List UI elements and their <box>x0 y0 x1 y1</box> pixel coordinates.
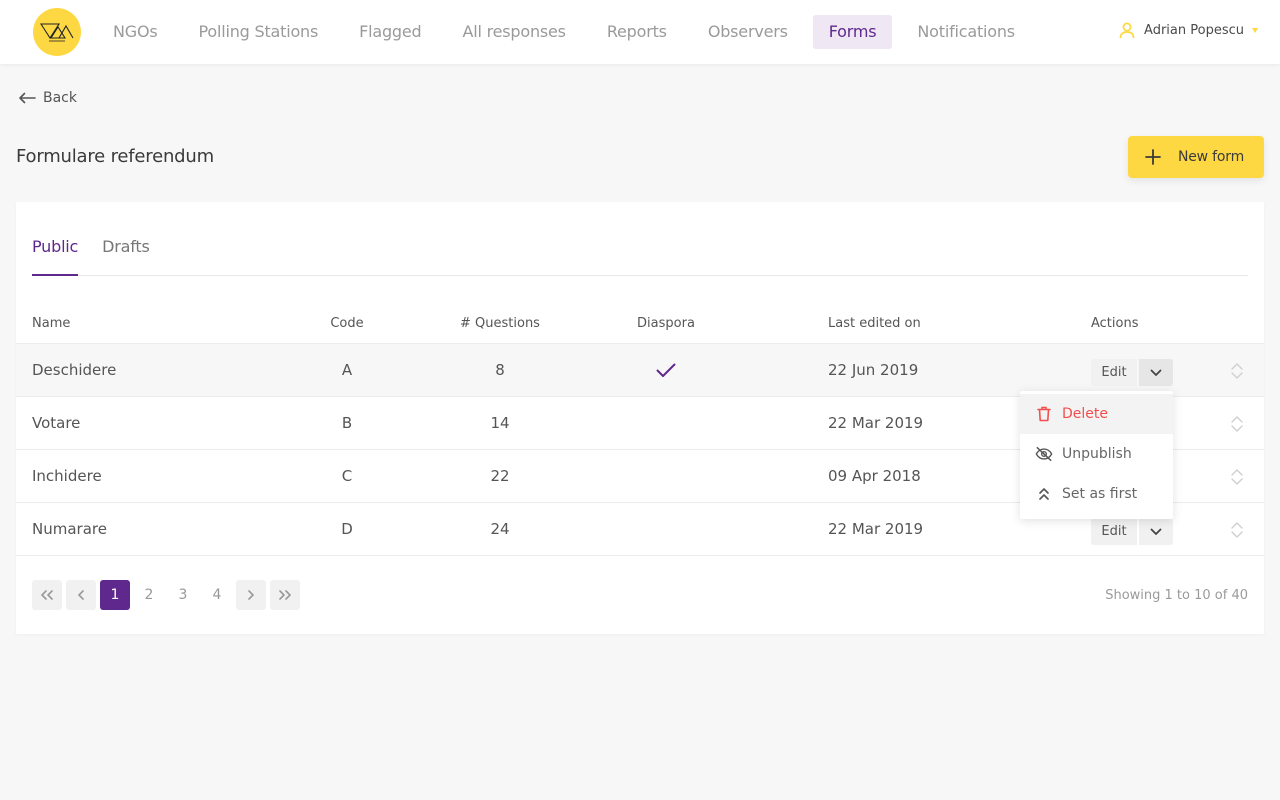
nav-ngos[interactable]: NGOs <box>97 15 174 49</box>
sort-icon <box>1231 469 1243 485</box>
form-name: Deschidere <box>32 361 117 379</box>
nav-all-responses[interactable]: All responses <box>446 15 581 49</box>
column-header-actions: Actions <box>1091 315 1139 331</box>
menu-item-label: Delete <box>1062 406 1108 422</box>
nav-polling-stations[interactable]: Polling Stations <box>183 15 335 49</box>
diaspora-cell <box>616 450 716 502</box>
nav-reports[interactable]: Reports <box>591 15 683 49</box>
form-last-edited: 22 Mar 2019 <box>828 414 924 432</box>
chevrons-left-icon <box>41 590 53 600</box>
chevron-right-icon <box>248 590 254 600</box>
form-questions: 14 <box>490 414 510 432</box>
column-header-last-edited: Last edited on <box>828 315 921 331</box>
diaspora-cell <box>616 503 716 555</box>
tab-public[interactable]: Public <box>32 228 78 276</box>
pagination: 1 2 3 4 <box>32 580 304 610</box>
table-row: Deschidere A 8 22 Jun 2019 Edit <box>16 344 1264 397</box>
back-label: Back <box>43 90 77 106</box>
edit-button[interactable]: Edit <box>1091 518 1137 545</box>
form-code: B <box>341 414 353 432</box>
column-header-name: Name <box>32 315 71 331</box>
arrow-left-icon <box>19 92 36 104</box>
chevrons-up-icon <box>1035 487 1053 501</box>
form-code: D <box>341 520 353 538</box>
prev-page-button[interactable] <box>66 580 96 610</box>
menu-item-unpublish[interactable]: Unpublish <box>1020 434 1173 474</box>
diaspora-cell <box>616 397 716 449</box>
next-page-button[interactable] <box>236 580 266 610</box>
page-button[interactable]: 1 <box>100 580 130 610</box>
form-code: C <box>341 467 353 485</box>
form-name: Inchidere <box>32 467 102 485</box>
form-code: A <box>341 361 353 379</box>
page-title: Formulare referendum <box>16 146 214 167</box>
table-header: Name Code # Questions Diaspora Last edit… <box>16 302 1264 344</box>
reorder-handle[interactable] <box>1230 415 1244 433</box>
page-button[interactable]: 3 <box>168 580 198 610</box>
form-questions: 22 <box>490 467 510 485</box>
column-header-questions: # Questions <box>460 315 540 331</box>
forms-tabs: Public Drafts <box>32 228 1248 276</box>
new-form-label: New form <box>1178 149 1245 165</box>
nav-flagged[interactable]: Flagged <box>343 15 437 49</box>
first-page-button[interactable] <box>32 580 62 610</box>
menu-item-delete[interactable]: Delete <box>1020 394 1173 434</box>
new-form-button[interactable]: New form <box>1128 136 1264 178</box>
last-page-button[interactable] <box>270 580 300 610</box>
user-menu[interactable]: Adrian Popescu <box>1119 22 1258 39</box>
actions-group: Edit <box>1091 359 1173 386</box>
caret-down-icon <box>1252 28 1258 33</box>
chevrons-right-icon <box>279 590 291 600</box>
pagination-summary: Showing 1 to 10 of 40 <box>1105 588 1248 603</box>
sort-icon <box>1231 363 1243 379</box>
form-last-edited: 22 Mar 2019 <box>828 520 924 538</box>
column-header-diaspora: Diaspora <box>637 315 695 331</box>
reorder-handle[interactable] <box>1230 521 1244 539</box>
actions-dropdown-toggle[interactable] <box>1139 359 1173 386</box>
actions-dropdown-toggle[interactable] <box>1139 518 1173 545</box>
back-link[interactable]: Back <box>18 90 77 106</box>
actions-group: Edit <box>1091 518 1173 545</box>
sort-icon <box>1231 416 1243 432</box>
user-icon <box>1119 22 1135 39</box>
main-nav: NGOs Polling Stations Flagged All respon… <box>97 15 1040 49</box>
app-logo[interactable] <box>33 8 81 56</box>
edit-button[interactable]: Edit <box>1091 359 1137 386</box>
form-last-edited: 22 Jun 2019 <box>828 361 919 379</box>
chevron-down-icon <box>1150 528 1162 535</box>
chevron-left-icon <box>78 590 84 600</box>
form-name: Numarare <box>32 520 107 538</box>
sort-icon <box>1231 522 1243 538</box>
user-name: Adrian Popescu <box>1144 23 1244 38</box>
reorder-handle[interactable] <box>1230 362 1244 380</box>
logo-icon <box>39 23 74 42</box>
menu-item-label: Unpublish <box>1062 446 1132 462</box>
check-icon <box>656 363 676 377</box>
form-questions: 8 <box>495 361 505 379</box>
chevron-down-icon <box>1150 369 1162 376</box>
menu-item-set-as-first[interactable]: Set as first <box>1020 474 1173 514</box>
diaspora-cell <box>616 344 716 396</box>
nav-observers[interactable]: Observers <box>692 15 804 49</box>
page-button[interactable]: 2 <box>134 580 164 610</box>
page-button[interactable]: 4 <box>202 580 232 610</box>
form-name: Votare <box>32 414 81 432</box>
column-header-code: Code <box>330 315 364 331</box>
plus-icon <box>1145 149 1161 165</box>
trash-icon <box>1035 406 1053 422</box>
eye-off-icon <box>1035 446 1053 462</box>
menu-item-label: Set as first <box>1062 486 1138 502</box>
reorder-handle[interactable] <box>1230 468 1244 486</box>
row-actions-menu: Delete Unpublish Set as first <box>1020 391 1173 519</box>
form-last-edited: 09 Apr 2018 <box>828 467 921 485</box>
nav-notifications[interactable]: Notifications <box>901 15 1031 49</box>
tab-drafts[interactable]: Drafts <box>102 228 150 276</box>
nav-forms[interactable]: Forms <box>812 15 893 49</box>
form-questions: 24 <box>490 520 510 538</box>
top-navigation-bar: NGOs Polling Stations Flagged All respon… <box>0 0 1280 64</box>
